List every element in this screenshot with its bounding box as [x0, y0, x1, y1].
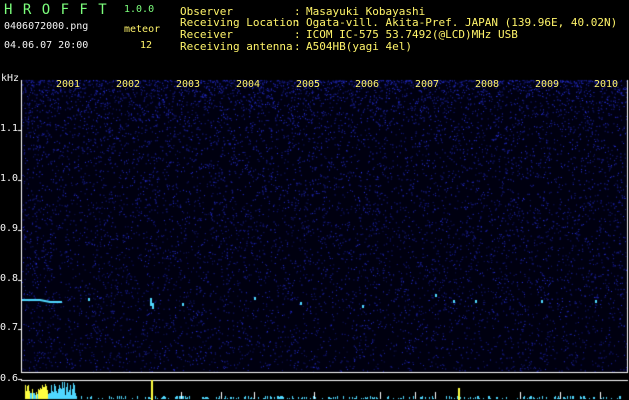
x-label: 2004	[236, 79, 261, 90]
x-label: 2005	[296, 79, 321, 90]
info-value: ICOM IC-575 53.7492(@LCD)MHz USB	[306, 28, 518, 41]
app-version: 1.0.0	[124, 4, 155, 15]
info-sep: :	[294, 28, 301, 41]
info-sep: :	[294, 40, 301, 53]
axis-unit-label: kHz	[1, 73, 20, 84]
file-datetime: 04.06.07 20:00	[4, 40, 89, 51]
y-tick-label: 0.9	[0, 223, 19, 234]
info-value: Ogata-vill. Akita-Pref. JAPAN (139.96E, …	[306, 16, 618, 29]
x-label: 2010	[594, 79, 619, 90]
meteor-label: meteor	[124, 24, 161, 35]
meteor-count: 12	[140, 40, 153, 51]
y-tick-label: 0.8	[0, 273, 19, 284]
hrofft-window: { "app": { "name": "H R O F F T", "versi…	[0, 0, 629, 400]
file-name: 0406072000.png	[4, 21, 89, 32]
x-label: 2008	[475, 79, 500, 90]
x-label: 2001	[56, 79, 81, 90]
info-sep: :	[294, 16, 301, 29]
info-label: Receiver	[180, 28, 233, 41]
x-label: 2006	[355, 79, 380, 90]
info-label: Receiving antenna	[180, 40, 293, 53]
x-label: 2007	[415, 79, 440, 90]
y-tick-label: 1.1	[0, 123, 19, 134]
info-label: Receiving Location	[180, 16, 300, 29]
info-value: A504HB(yagi 4el)	[306, 40, 412, 53]
x-label: 2003	[176, 79, 201, 90]
y-tick-label: 1.0	[0, 173, 19, 184]
x-label: 2002	[116, 79, 141, 90]
spectrogram-canvas	[0, 0, 629, 400]
app-name: H R O F F T	[4, 2, 108, 18]
x-label: 2009	[535, 79, 560, 90]
y-tick-label: 0.6	[0, 373, 19, 384]
y-tick-label: 0.7	[0, 322, 19, 333]
